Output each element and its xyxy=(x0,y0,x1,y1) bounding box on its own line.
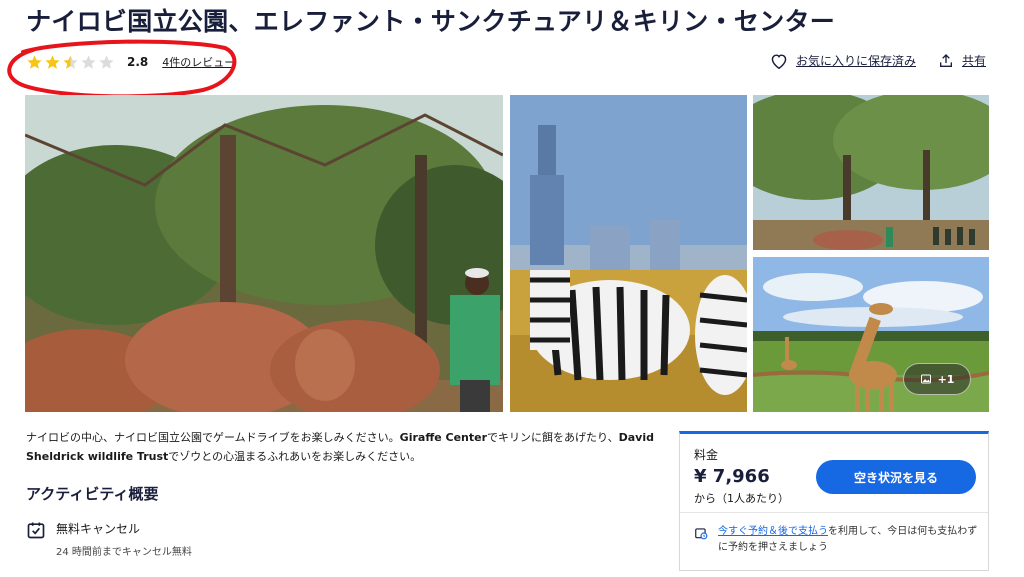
activity-description: ナイロビの中心、ナイロビ国立公園でゲームドライブをお楽しみください。Giraff… xyxy=(26,428,666,466)
rating-row: 2.8 4件のレビュー xyxy=(26,52,235,72)
share-label: 共有 xyxy=(961,54,986,68)
zebras-photo xyxy=(510,95,747,412)
reviews-link[interactable]: 4件のレビュー xyxy=(162,54,235,70)
description-part-2: でキリンに餌をあげたり、 xyxy=(487,431,619,444)
gallery-photo-4[interactable]: +1 xyxy=(753,257,989,412)
header-actions: お気に入りに保存済み 共有 xyxy=(770,52,986,69)
pay-later-link[interactable]: 今すぐ予約＆後で支払う xyxy=(718,526,828,537)
price-card: 料金 ¥ 7,966 から（1人あたり） 空き状況を見る 今すぐ予約＆後で支払う… xyxy=(679,431,989,571)
description-bold-1: Giraffe Center xyxy=(399,431,488,444)
heart-icon xyxy=(771,53,787,69)
more-photos-count: +1 xyxy=(937,372,955,386)
calendar-check-icon xyxy=(27,522,45,539)
gallery-photo-main[interactable] xyxy=(25,95,503,412)
star-full-icon xyxy=(27,54,42,69)
calendar-clock-icon xyxy=(695,528,708,540)
price-note: から（1人あたり） xyxy=(694,492,789,505)
savanna-trees-photo xyxy=(753,95,989,250)
pay-later-info: 今すぐ予約＆後で支払うを利用して、今日は何も支払わずに予約を押さえましょう xyxy=(694,524,980,556)
share-button[interactable]: 共有 xyxy=(938,52,986,69)
share-icon xyxy=(939,53,952,67)
free-cancellation-detail: 24 時間前までキャンセル無料 xyxy=(56,547,192,558)
image-icon xyxy=(920,374,931,384)
check-availability-button[interactable]: 空き状況を見る xyxy=(816,460,976,494)
overview-title: アクティビティ概要 xyxy=(26,485,159,503)
star-full-icon xyxy=(45,54,60,69)
price-value: ¥ 7,966 xyxy=(694,466,770,487)
star-half-icon xyxy=(63,54,78,69)
more-photos-button[interactable]: +1 xyxy=(903,363,971,395)
page-title: ナイロビ国立公園、エレファント・サンクチュアリ＆キリン・センター xyxy=(26,7,836,36)
description-part-3: でゾウとの心温まるふれあいをお楽しみください。 xyxy=(168,450,422,463)
save-button[interactable]: お気に入りに保存済み xyxy=(770,52,916,69)
free-cancellation-label: 無料キャンセル xyxy=(56,522,141,536)
price-card-divider xyxy=(680,512,988,513)
description-part-1: ナイロビの中心、ナイロビ国立公園でゲームドライブをお楽しみください。 xyxy=(26,431,400,444)
gallery-photo-2[interactable] xyxy=(510,95,747,412)
free-cancellation-item: 無料キャンセル 24 時間前までキャンセル無料 xyxy=(26,520,192,558)
rating-value: 2.8 xyxy=(127,55,149,69)
price-label: 料金 xyxy=(694,448,719,462)
elephants-photo xyxy=(25,95,503,412)
save-label: お気に入りに保存済み xyxy=(795,54,916,68)
gallery-photo-3[interactable] xyxy=(753,95,989,250)
star-empty-icon xyxy=(99,54,114,69)
star-rating xyxy=(26,54,115,71)
star-empty-icon xyxy=(81,54,96,69)
